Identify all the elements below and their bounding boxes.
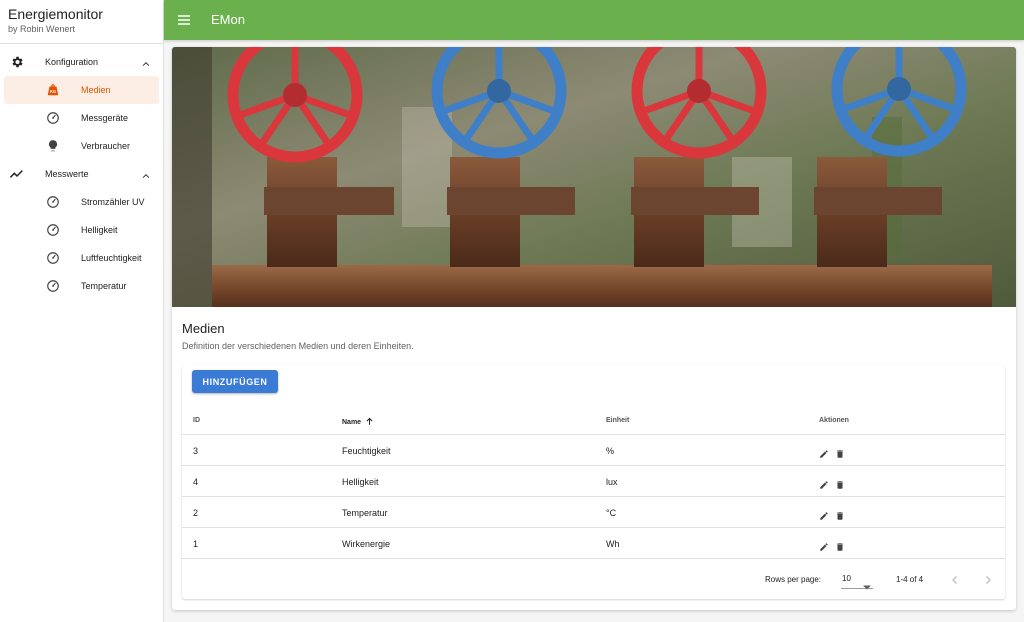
pencil-icon[interactable] [819,539,829,551]
sidebar-item-stromzaehler-uv[interactable]: Stromzähler UV [4,188,159,216]
table-row: 1 Wirkenergie Wh [182,528,1005,559]
gauge-icon [46,223,60,237]
sidebar-item-label: Medien [81,85,111,95]
nav-group-konfiguration[interactable]: Konfiguration [0,48,163,76]
chevron-up-icon [141,168,151,186]
column-header-aktionen: Aktionen [819,417,849,424]
arrow-up-icon [365,417,374,428]
nav-group-label: Messwerte [45,169,89,179]
gauge-icon [46,279,60,293]
brand-subtitle: by Robin Wenert [8,24,75,34]
table-header: ID Name Einheit Aktionen [182,405,1005,435]
cell-id: 1 [193,539,199,549]
menu-icon[interactable] [176,12,192,28]
hero-image [172,47,1016,307]
rows-per-page-label: Rows per page: [765,575,822,584]
cell-id: 3 [193,446,199,456]
app-title: EMon [211,12,245,27]
column-header-id[interactable]: ID [193,417,200,424]
column-header-einheit[interactable]: Einheit [606,417,629,424]
cell-unit: lux [606,477,618,487]
pencil-icon[interactable] [819,446,829,458]
cell-name: Temperatur [342,508,388,518]
cell-unit: Wh [606,539,620,549]
cell-name: Helligkeit [342,477,379,487]
sidebar-item-helligkeit[interactable]: Helligkeit [4,216,159,244]
gauge-icon [46,195,60,209]
rows-per-page-value: 10 [842,574,851,583]
sidebar-item-temperatur[interactable]: Temperatur [4,272,159,300]
cell-name: Wirkenergie [342,539,391,549]
sidebar-item-label: Stromzähler UV [81,197,145,207]
sidebar-item-label: Luftfeuchtigkeit [81,253,142,263]
cell-unit: °C [606,508,617,518]
trash-icon[interactable] [835,446,845,458]
trash-icon[interactable] [835,539,845,551]
lightbulb-icon [46,139,60,153]
sidebar-item-label: Helligkeit [81,225,118,235]
cell-id: 2 [193,508,199,518]
trash-icon[interactable] [835,477,845,489]
brand: Energiemonitor by Robin Wenert [0,0,163,44]
cell-name: Feuchtigkeit [342,446,391,456]
trash-icon[interactable] [835,508,845,520]
pencil-icon[interactable] [819,477,829,489]
sidebar-item-label: Verbraucher [81,141,131,151]
chevron-left-icon[interactable] [949,573,961,585]
sidebar-nav: Konfiguration KG Medien Messgeräte Verbr… [0,44,163,300]
svg-text:KG: KG [50,89,56,94]
chevron-up-icon [141,56,151,74]
table-row: 3 Feuchtigkeit % [182,435,1005,466]
rows-per-page-select[interactable]: 10 [841,569,873,590]
app-bar: EMon [164,0,1024,40]
table-pagination: Rows per page: 10 1-4 of 4 [182,563,1005,599]
page-title: Medien [182,321,225,336]
nav-group-messwerte[interactable]: Messwerte [0,160,163,188]
gauge-icon [46,251,60,265]
gear-icon [8,53,26,71]
main-card: Medien Definition der verschiedenen Medi… [172,47,1016,610]
caret-down-icon [863,577,871,595]
chart-line-icon [8,165,26,183]
column-header-label: Name [342,419,362,426]
pencil-icon[interactable] [819,508,829,520]
sidebar-item-verbraucher[interactable]: Verbraucher [4,132,159,160]
sidebar-item-luftfeuchtigkeit[interactable]: Luftfeuchtigkeit [4,244,159,272]
table-row: 2 Temperatur °C [182,497,1005,528]
weight-kg-icon: KG [46,83,60,97]
nav-group-label: Konfiguration [45,57,99,67]
sidebar: Energiemonitor by Robin Wenert Konfigura… [0,0,164,622]
table-row: 4 Helligkeit lux [182,466,1005,497]
sidebar-item-label: Temperatur [81,281,127,291]
sidebar-item-medien[interactable]: KG Medien [4,76,159,104]
cell-id: 4 [193,477,199,487]
media-table-card: HINZUFÜGEN ID Name Einheit Aktionen 3 Fe… [182,365,1005,599]
brand-title: Energiemonitor [8,6,103,22]
cell-unit: % [606,446,615,456]
add-button[interactable]: HINZUFÜGEN [192,370,278,393]
pagination-range: 1-4 of 4 [896,575,924,584]
sidebar-item-messgeraete[interactable]: Messgeräte [4,104,159,132]
page-subtitle: Definition der verschiedenen Medien und … [182,341,414,351]
chevron-right-icon[interactable] [982,573,994,585]
column-header-name[interactable]: Name [342,417,374,428]
sidebar-item-label: Messgeräte [81,113,129,123]
gauge-icon [46,111,60,125]
